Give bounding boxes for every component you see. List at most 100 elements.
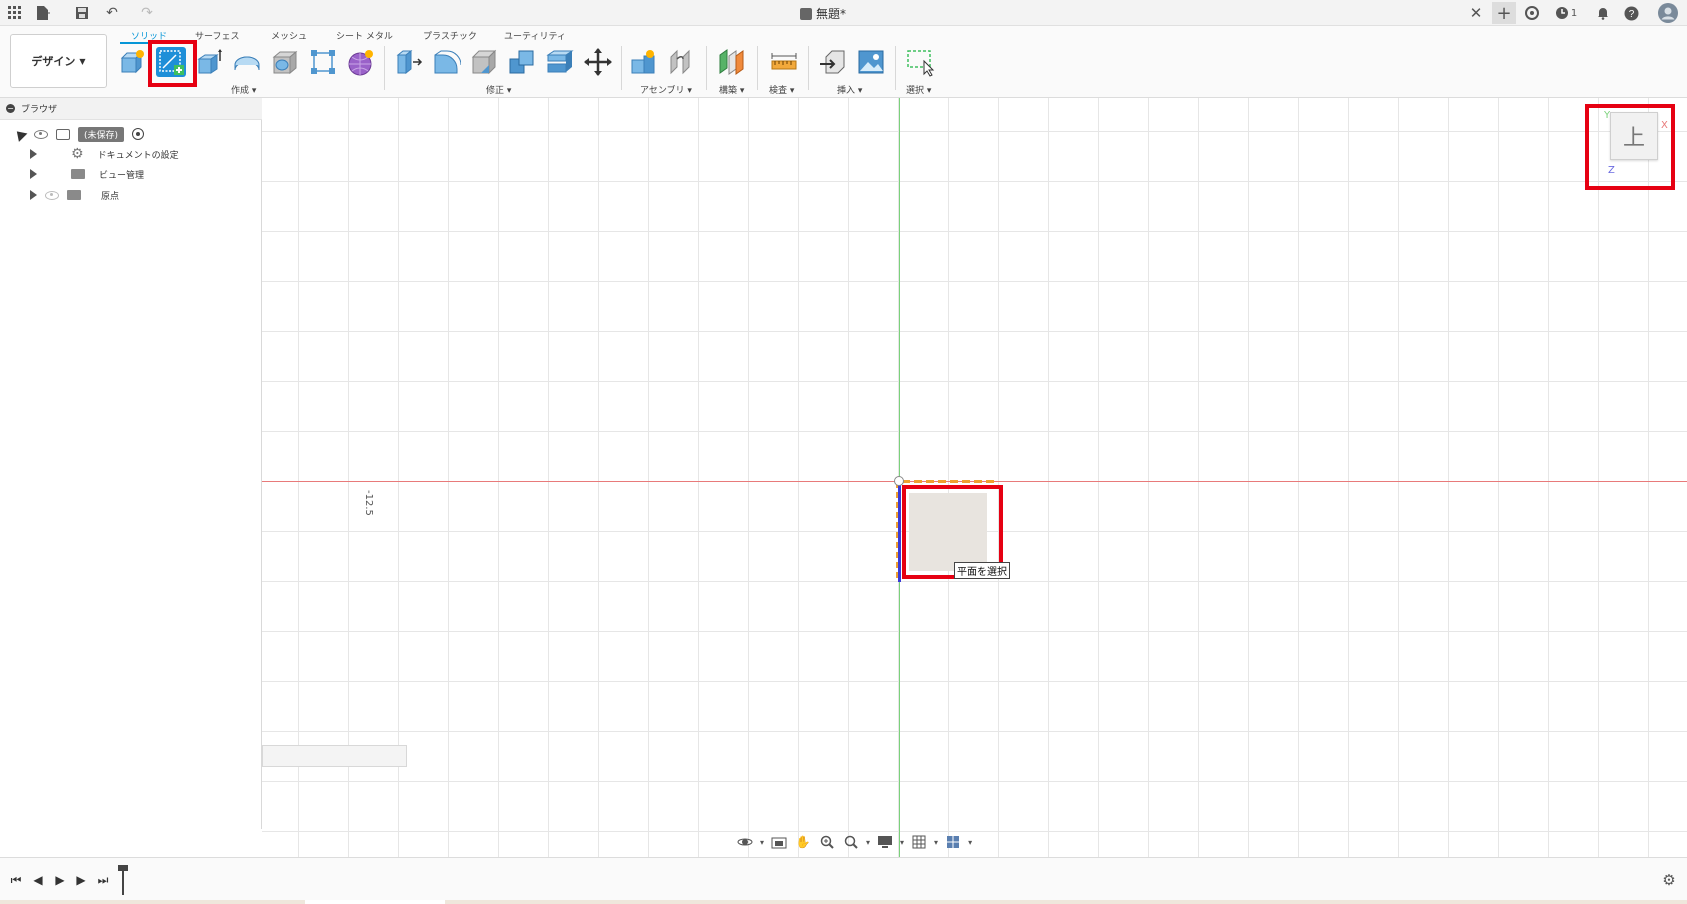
viewports-icon[interactable]: [944, 834, 962, 850]
step-back-icon[interactable]: ◀: [30, 872, 46, 888]
move-copy-tool-icon[interactable]: [583, 47, 613, 77]
insert-derive-tool-icon[interactable]: [818, 47, 848, 77]
extrude-tool-icon[interactable]: [194, 47, 224, 77]
create-group-label[interactable]: 作成 ▾: [231, 83, 256, 96]
browser-title: ブラウザ: [21, 105, 58, 115]
tree-item-named-views[interactable]: ビュー管理: [30, 164, 144, 184]
hole-tool-icon[interactable]: [270, 47, 300, 77]
tab-sheet-metal[interactable]: シート メタル: [336, 29, 393, 42]
save-icon[interactable]: [73, 4, 91, 22]
look-at-icon[interactable]: [770, 834, 788, 850]
expand-toggle-icon[interactable]: [12, 126, 28, 142]
step-forward-icon[interactable]: ▶: [73, 872, 89, 888]
expand-toggle-icon[interactable]: [30, 149, 37, 159]
pan-hand-icon[interactable]: ✋: [794, 834, 812, 850]
select-group-label[interactable]: 選択 ▾: [906, 83, 931, 96]
document-title-text: 無題*: [816, 7, 847, 21]
job-status-icon[interactable]: 1: [1551, 4, 1581, 22]
status-strip: [0, 900, 1687, 904]
sketch-highlight-box: [148, 40, 197, 87]
undo-icon[interactable]: ↶: [103, 4, 121, 22]
viewcube-highlight-box: [1585, 104, 1675, 190]
activate-radio-icon[interactable]: [132, 128, 145, 140]
go-to-end-icon[interactable]: ⏭: [95, 872, 111, 888]
status-strip-gap: [305, 900, 445, 904]
toolbar-divider: [757, 46, 758, 90]
help-icon[interactable]: ?: [1622, 4, 1640, 22]
tree-item-label: ドキュメントの設定: [97, 150, 179, 161]
root-component-label: (未保存): [78, 126, 125, 142]
chevron-down-icon[interactable]: ▾: [866, 838, 870, 847]
plane-edge-dashes: [902, 480, 994, 483]
form-tool-icon[interactable]: [346, 47, 376, 77]
workspace-switcher-button[interactable]: デザイン ▼: [10, 34, 107, 88]
tab-surface[interactable]: サーフェス: [195, 29, 239, 42]
user-avatar-icon[interactable]: [1657, 2, 1679, 24]
play-icon[interactable]: ▶: [52, 872, 68, 888]
toolbar-divider: [706, 46, 707, 90]
chevron-down-icon[interactable]: ▾: [934, 838, 938, 847]
insert-group-label[interactable]: 挿入 ▾: [837, 83, 862, 96]
timeline-bar: ⏮ ◀ ▶ ▶ ⏭ ⚙: [0, 857, 1687, 904]
split-body-tool-icon[interactable]: [545, 47, 575, 77]
inspect-group-label[interactable]: 検査 ▾: [769, 83, 794, 96]
inspect-group-text: 検査: [769, 86, 788, 96]
new-component-assembly-tool-icon[interactable]: [629, 47, 659, 77]
expand-toggle-icon[interactable]: [30, 190, 37, 200]
timeline-marker[interactable]: [122, 867, 124, 895]
chevron-down-icon[interactable]: ▾: [900, 838, 904, 847]
timeline-settings-gear-icon[interactable]: ⚙: [1661, 871, 1677, 889]
assemble-group-label[interactable]: アセンブリ ▾: [640, 83, 692, 96]
create-group-text: 作成: [231, 86, 250, 96]
new-tab-icon[interactable]: +: [1492, 2, 1516, 24]
redo-icon: ↷: [141, 5, 153, 21]
select-plane-tooltip: 平面を選択: [954, 562, 1010, 579]
app-grid-icon[interactable]: [6, 4, 24, 22]
orbit-icon[interactable]: [736, 834, 754, 850]
expand-toggle-icon[interactable]: [30, 169, 37, 179]
chamfer-tool-icon[interactable]: [469, 47, 499, 77]
measure-tool-icon[interactable]: [769, 47, 799, 77]
construct-group-label[interactable]: 構築 ▾: [719, 83, 744, 96]
go-to-start-icon[interactable]: ⏮: [8, 872, 24, 888]
tree-item-document-settings[interactable]: ⚙ ドキュメントの設定: [30, 144, 179, 164]
pattern-tool-icon[interactable]: [308, 47, 338, 77]
display-settings-icon[interactable]: [876, 834, 894, 850]
tree-item-origin[interactable]: 原点: [30, 185, 119, 205]
new-component-tool-icon[interactable]: [118, 47, 148, 77]
chevron-down-icon[interactable]: ▾: [968, 838, 972, 847]
press-pull-tool-icon[interactable]: [393, 47, 423, 77]
job-count-badge: 1: [1570, 7, 1578, 19]
document-icon: [56, 128, 70, 140]
tab-plastic[interactable]: プラスチック: [423, 29, 477, 42]
fillet-tool-icon[interactable]: [431, 47, 462, 77]
notifications-bell-icon[interactable]: [1594, 4, 1612, 22]
combine-tool-icon[interactable]: [507, 47, 537, 77]
visibility-eye-icon[interactable]: [34, 129, 48, 139]
tab-mesh[interactable]: メッシュ: [271, 29, 307, 42]
z-axis-line: [898, 482, 901, 582]
offset-plane-tool-icon[interactable]: [716, 47, 746, 77]
collapse-icon[interactable]: −: [6, 104, 15, 113]
chevron-down-icon: ▼: [79, 56, 86, 66]
timeline-marker-head[interactable]: [118, 865, 128, 871]
viewport-canvas[interactable]: 平面を選択 -12.5 上 Y X Z: [262, 98, 1687, 857]
file-menu-icon[interactable]: [34, 4, 52, 22]
insert-canvas-tool-icon[interactable]: [856, 47, 886, 77]
tab-utilities[interactable]: ユーティリティ: [504, 29, 566, 42]
ruler-value-label: -12.5: [363, 490, 374, 516]
revolve-tool-icon[interactable]: [232, 47, 262, 77]
close-tab-icon[interactable]: ✕: [1467, 4, 1485, 22]
hidden-eye-icon[interactable]: [45, 190, 59, 200]
fit-icon[interactable]: [842, 834, 860, 850]
browser-header[interactable]: − ブラウザ: [0, 98, 262, 120]
grid-snap-icon[interactable]: [910, 834, 928, 850]
extensions-icon[interactable]: [1523, 4, 1541, 22]
chevron-down-icon[interactable]: ▾: [760, 838, 764, 847]
joint-tool-icon[interactable]: [667, 47, 697, 77]
select-tool-icon[interactable]: [905, 47, 935, 77]
tree-root-row[interactable]: (未保存): [12, 124, 145, 144]
modify-group-label[interactable]: 修正 ▾: [486, 83, 511, 96]
zoom-icon[interactable]: [818, 834, 836, 850]
browser-horizontal-scrollbar[interactable]: [262, 745, 407, 767]
